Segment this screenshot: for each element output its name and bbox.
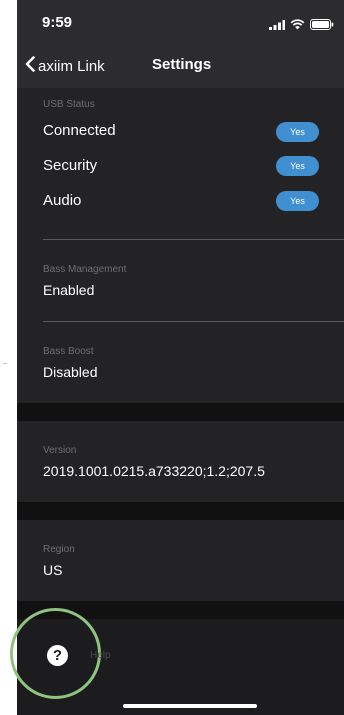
help-label[interactable]: Help	[90, 650, 111, 661]
bass-management-value: Enabled	[43, 282, 95, 298]
bass-boost-value: Disabled	[43, 364, 98, 380]
row-label: Security	[43, 157, 98, 174]
audio-toggle[interactable]: Yes	[276, 191, 319, 211]
version-section: Version 2019.1001.0215.a733220;1.2;207.5	[17, 421, 344, 502]
page-title: Settings	[152, 56, 212, 73]
section-separator	[17, 403, 344, 421]
wifi-icon	[290, 17, 305, 35]
chevron-left-icon	[25, 56, 38, 76]
divider	[43, 321, 344, 322]
side-mark	[3, 363, 7, 364]
section-separator	[17, 502, 344, 520]
version-value: 2019.1001.0215.a733220;1.2;207.5	[43, 463, 265, 479]
divider	[43, 239, 344, 240]
signal-icon	[269, 17, 285, 35]
row-label: Audio	[43, 192, 82, 209]
phone-screen: 9:59 axiim Link Settings USB Status Conn…	[17, 0, 344, 715]
back-button[interactable]: axiim Link	[25, 56, 105, 76]
version-header: Version	[43, 445, 77, 456]
settings-section: USB Status Connected Yes Security Yes Au…	[17, 88, 344, 403]
status-icons	[269, 17, 334, 35]
usb-status-header: USB Status	[43, 99, 95, 110]
home-indicator	[123, 704, 257, 708]
help-icon[interactable]: ?	[47, 645, 68, 666]
battery-icon	[310, 17, 334, 35]
region-section[interactable]: Region US	[17, 520, 344, 601]
bass-boost-header: Bass Boost	[43, 346, 94, 357]
connected-toggle[interactable]: Yes	[276, 122, 319, 142]
status-time: 9:59	[42, 14, 73, 31]
bass-management-header: Bass Management	[43, 264, 127, 275]
region-header: Region	[43, 544, 75, 555]
back-label: axiim Link	[38, 57, 105, 75]
navigation-bar: axiim Link Settings	[17, 44, 344, 88]
row-label: Connected	[43, 122, 116, 139]
security-toggle[interactable]: Yes	[276, 156, 319, 176]
status-bar: 9:59	[17, 0, 344, 44]
region-value: US	[43, 562, 63, 578]
